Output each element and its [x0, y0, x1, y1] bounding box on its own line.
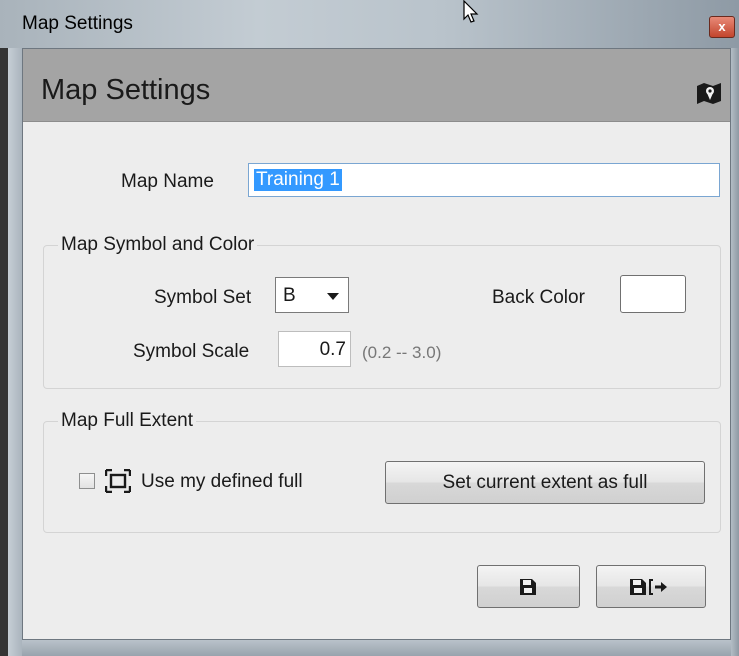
title-bar[interactable]: Map Settings x — [0, 0, 739, 48]
page-title: Map Settings — [41, 74, 211, 106]
symbol-scale-input[interactable]: 0.7 — [278, 331, 351, 367]
symbol-set-label: Symbol Set — [154, 287, 252, 308]
symbol-scale-value: 0.7 — [319, 339, 346, 360]
back-color-label: Back Color — [492, 287, 585, 308]
window-border-left — [8, 48, 22, 656]
window: Map Settings x Map Settings Map Name Tra… — [0, 0, 739, 656]
symbol-color-group-title: Map Symbol and Color — [58, 234, 258, 256]
symbol-set-value: B — [283, 285, 296, 306]
window-frame-left — [0, 48, 8, 656]
save-and-close-button[interactable] — [596, 565, 706, 608]
save-icon — [520, 579, 536, 595]
map-name-value: Training 1 — [254, 169, 342, 191]
symbol-scale-range: (0.2 -- 3.0) — [362, 343, 442, 362]
window-border-bottom — [22, 640, 731, 656]
map-icon — [697, 83, 721, 104]
use-defined-full-label: Use my defined full — [141, 471, 303, 492]
map-name-label: Map Name — [121, 171, 214, 192]
full-extent-icon — [105, 469, 131, 493]
chevron-down-icon[interactable] — [327, 293, 339, 300]
window-title: Map Settings — [22, 13, 133, 34]
map-name-input[interactable]: Training 1 — [248, 163, 720, 197]
symbol-scale-label: Symbol Scale — [133, 341, 250, 362]
full-extent-group-title: Map Full Extent — [58, 410, 196, 432]
close-button[interactable]: x — [709, 16, 735, 38]
dialog-client-area: Map Settings Map Name Training 1 Map Sym… — [22, 48, 731, 640]
header-band: Map Settings — [23, 49, 730, 122]
back-color-swatch[interactable] — [620, 275, 686, 313]
symbol-color-group: Map Symbol and Color — [43, 234, 721, 389]
save-and-close-icon — [630, 579, 667, 595]
save-button[interactable] — [477, 565, 580, 608]
set-current-extent-button[interactable]: Set current extent as full — [385, 461, 705, 504]
symbol-set-select[interactable]: B — [275, 277, 349, 313]
window-border-right — [731, 48, 739, 656]
mouse-cursor-icon — [463, 0, 479, 23]
use-defined-full-checkbox[interactable] — [79, 473, 95, 489]
